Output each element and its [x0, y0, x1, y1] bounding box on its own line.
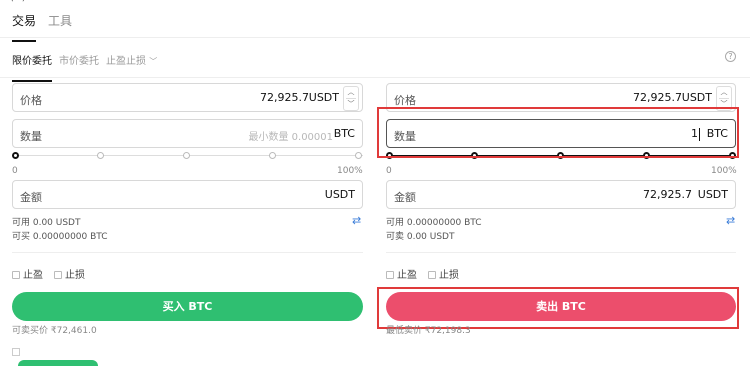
buy-divider [12, 252, 363, 253]
sell-amount-value[interactable]: 72,925.7 [643, 188, 692, 201]
sell-available-balance: 可用 0.00000000 BTC [386, 218, 482, 228]
sell-take-profit-label: 止盈 [397, 270, 417, 281]
sell-price-value[interactable]: 72,925.7 [633, 91, 682, 104]
sell-amount-label: 金额 [394, 191, 416, 204]
chevron-down-icon: ﹀ [149, 57, 158, 66]
tab-limit-order[interactable]: 限价委托 [12, 52, 52, 82]
sell-amount-field[interactable]: 金额 72,925.7 USDT [386, 180, 736, 209]
sell-slider-max-label: 100% [711, 166, 737, 176]
buy-btc-button[interactable]: 买入 BTC [12, 292, 363, 321]
tpsl-label: 止盈止损 [106, 56, 146, 67]
buy-quantity-unit: BTC [333, 127, 355, 140]
tab-market-order[interactable]: 市价委托 [59, 52, 99, 67]
buy-price-stepper[interactable]: ︿ ﹀ [343, 86, 359, 111]
sell-price-note: 最低卖价 ₹72,198.3 [386, 326, 471, 336]
tab-trade[interactable]: 交易 [12, 12, 37, 42]
buy-slider-min-label: 0 [12, 166, 18, 176]
sell-stop-loss-checkbox[interactable]: 止损 [428, 266, 459, 281]
buy-max-quantity: 可买 0.00000000 BTC [12, 232, 108, 242]
chevron-down-icon[interactable]: ﹀ [344, 99, 358, 110]
buy-price-unit: USDT [308, 91, 339, 104]
sell-price-label: 价格 [394, 94, 416, 107]
sell-stop-loss-label: 止损 [439, 270, 459, 281]
buy-take-profit-checkbox[interactable]: 止盈 [12, 266, 43, 281]
buy-stop-loss-label: 止损 [65, 270, 85, 281]
quantity-highlight-box [377, 107, 739, 158]
chevron-up-icon[interactable]: ︿ [344, 87, 358, 98]
swap-icon[interactable]: ⇄ [352, 214, 361, 227]
buy-quantity-label: 数量 [20, 130, 42, 143]
buy-take-profit-label: 止盈 [23, 270, 43, 281]
sell-max-amount: 可卖 0.00 USDT [386, 232, 455, 242]
buy-price-value[interactable]: 72,925.7 [260, 91, 309, 104]
buy-amount-unit: USDT [324, 188, 355, 201]
sell-divider [386, 252, 736, 253]
buy-price-field[interactable]: 价格 72,925.7 USDT ︿ ﹀ [12, 83, 363, 112]
swap-icon[interactable]: ⇄ [726, 214, 735, 227]
buy-slider-stop-50[interactable] [183, 152, 190, 159]
buy-slider-stop-0[interactable] [12, 152, 19, 159]
buy-percent-slider[interactable] [12, 150, 363, 162]
buy-available-balance: 可用 0.00 USDT [12, 218, 81, 228]
sell-slider-min-label: 0 [386, 166, 392, 176]
sell-amount-unit: USDT [697, 188, 728, 201]
main-tabs: 交易 工具 [0, 0, 750, 42]
help-icon[interactable]: ? [725, 51, 736, 62]
buy-slider-max-label: 100% [337, 166, 363, 176]
chevron-up-icon[interactable]: ︿ [717, 87, 731, 98]
buy-amount-field[interactable]: 金额 USDT [12, 180, 363, 209]
tab-tools[interactable]: 工具 [48, 12, 72, 29]
order-type-tabs: 限价委托 市价委托 止盈止损 ﹀ ? [0, 38, 750, 82]
buy-price-label: 价格 [20, 94, 42, 107]
buy-quantity-input[interactable]: 最小数量 0.00001 [248, 128, 333, 143]
buy-slider-stop-75[interactable] [269, 152, 276, 159]
buy-amount-label: 金额 [20, 191, 42, 204]
buy-slider-stop-100[interactable] [355, 152, 362, 159]
buy-stop-loss-checkbox[interactable]: 止损 [54, 266, 85, 281]
buy-price-note: 可卖买价 ₹72,461.0 [12, 326, 97, 336]
buy-quantity-field[interactable]: 数量 最小数量 0.00001 BTC [12, 119, 363, 148]
bottom-checkbox-fragment[interactable] [12, 348, 20, 356]
buy-slider-stop-25[interactable] [97, 152, 104, 159]
sell-take-profit-checkbox[interactable]: 止盈 [386, 266, 417, 281]
tab-tpsl-order[interactable]: 止盈止损 ﹀ [106, 52, 157, 67]
sell-price-unit: USDT [681, 91, 712, 104]
bottom-button-fragment[interactable] [18, 360, 98, 366]
